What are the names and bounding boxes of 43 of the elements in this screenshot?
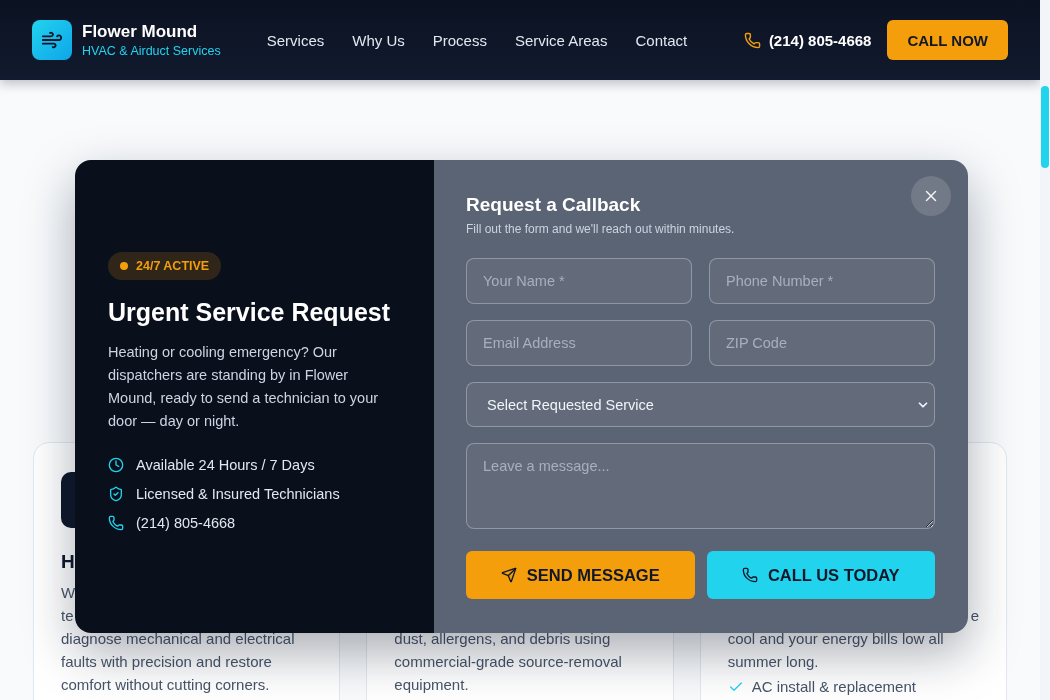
card-text: dust, allergens, and debris using [394,629,612,649]
badge-text: 24/7 ACTIVE [136,259,210,273]
card-text: diagnose mechanical and electrical [61,629,296,649]
feature-text: (214) 805-4668 [136,515,236,531]
card-text: cool and your energy bills low all [727,629,945,649]
card-text: te [61,606,75,626]
brand-tagline: HVAC & Airduct Services [82,44,221,58]
card-text: faults with precision and restore [61,652,273,672]
phone-icon [108,515,124,531]
card-text: equipment. [394,675,470,695]
card-text: W [61,583,77,603]
form-title: Request a Callback [466,194,642,216]
feature-text: AC install & replacement [751,677,916,697]
feature-text: Available 24 Hours / 7 Days [136,457,315,473]
close-button[interactable] [911,176,951,216]
call-button[interactable]: CALL US TODAY [706,551,935,599]
panel-description: Heating or cooling emergency? Our dispatchers are standing by in Flower Mound, ready to send a technician to your door — day or night. [108,343,380,431]
card-heading: H [61,550,76,574]
clock-icon [108,457,124,473]
shield-check-icon [108,486,124,502]
phone-icon [741,567,758,583]
feature-text: Licensed & Insured Technicians [136,486,340,502]
nav-link[interactable]: Service Areas [514,31,608,49]
card-text: summer long. [727,652,820,672]
card-text: commercial-grade source-removal [394,652,623,672]
card-text: comfort without cutting corners. [61,675,271,695]
status-dot [120,262,128,270]
phone-icon [743,31,761,49]
card-text: e [969,606,979,626]
nav-link[interactable]: Contact [635,31,688,49]
scrollbar-thumb[interactable] [1041,86,1049,168]
service-select[interactable]: Select Requested Service [466,382,935,427]
brand-name: Flower Mound [82,22,199,42]
phone-link[interactable]: (214) 805-4668 [768,31,872,49]
panel-title: Urgent Service Request [108,298,392,327]
wind-icon [41,29,63,51]
form-subtitle: Fill out the form and we'll reach out within minutes. [466,222,736,236]
send-icon [500,567,517,583]
send-message-button[interactable]: SEND MESSAGE [466,551,695,599]
nav-link[interactable]: Process [432,31,487,49]
nav-link[interactable]: Why Us [352,31,405,49]
nav-link[interactable]: Services [266,31,325,49]
call-now-button[interactable]: CALL NOW [887,20,1008,60]
